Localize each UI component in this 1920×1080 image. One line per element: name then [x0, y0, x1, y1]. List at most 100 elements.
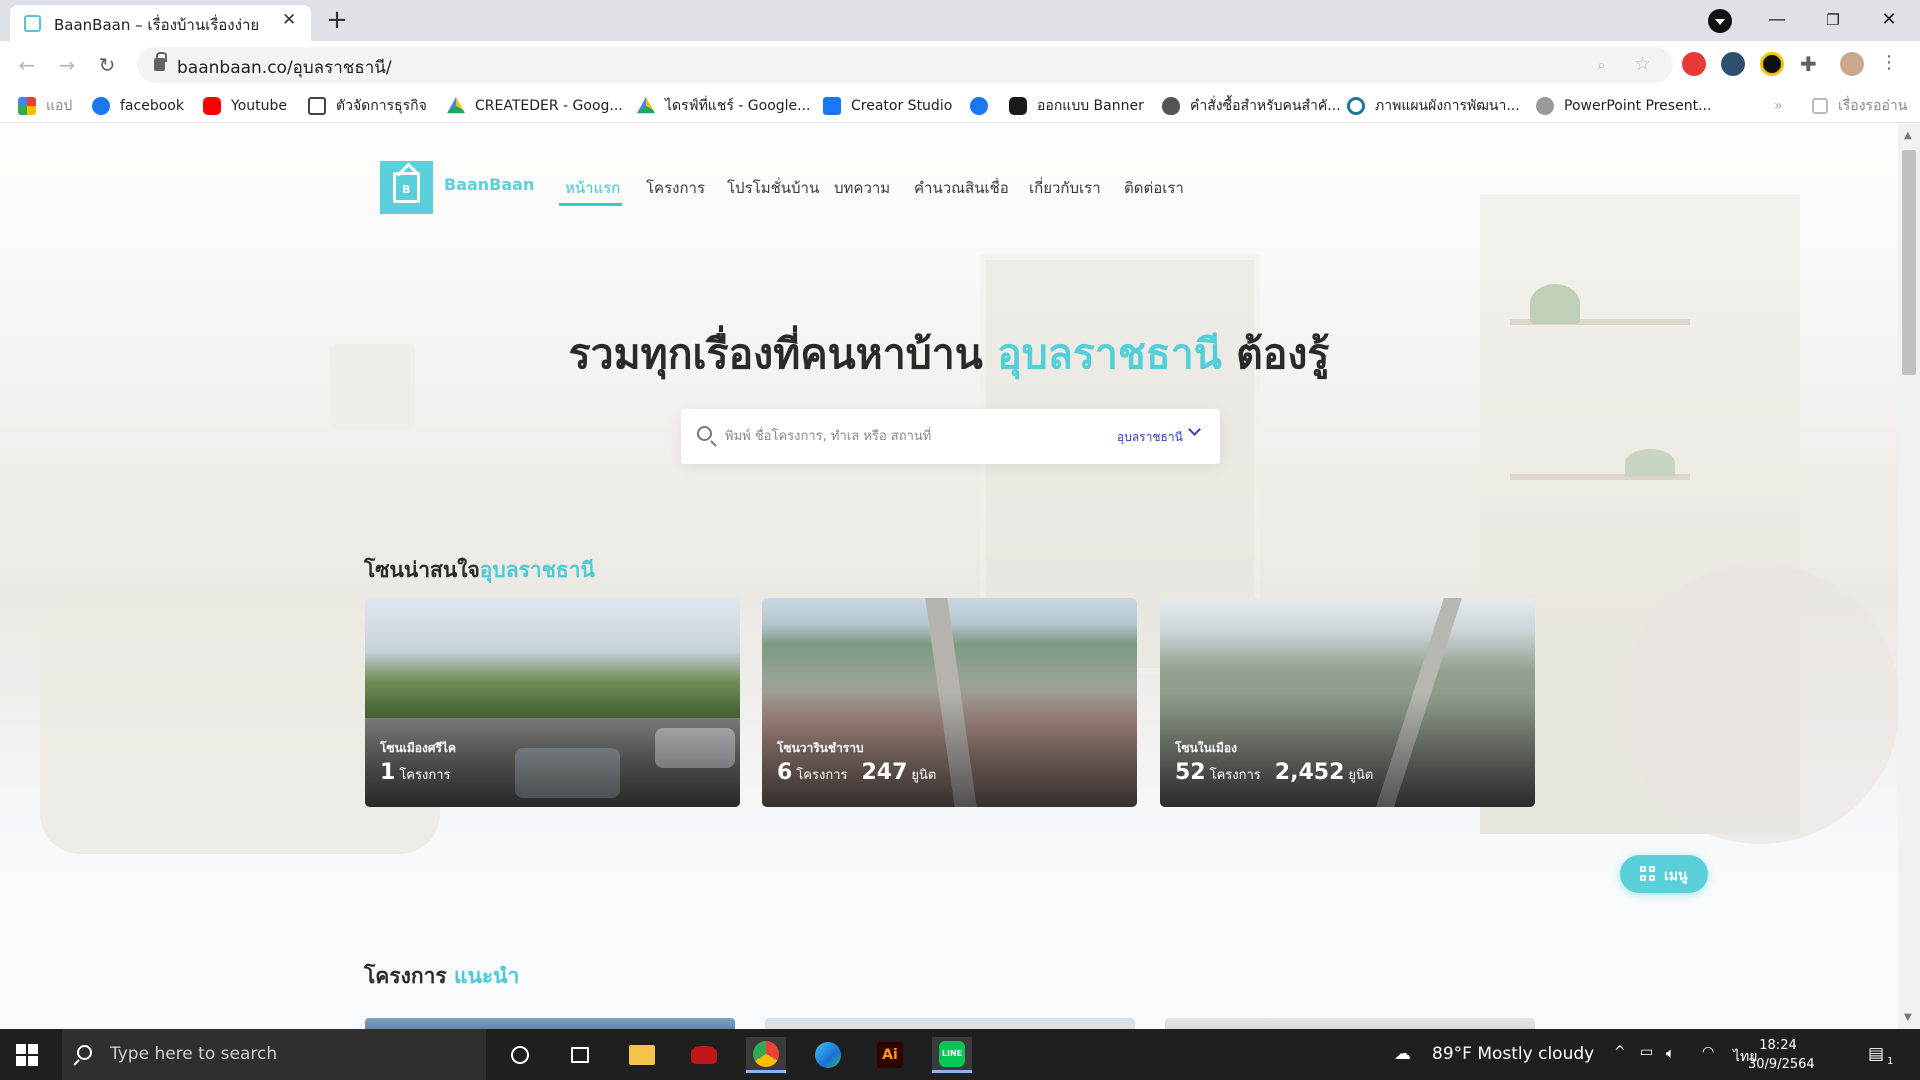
bookmark-label: ตัวจัดการธุรกิจ [336, 98, 427, 114]
bookmark-powerpoint[interactable]: PowerPoint Present... [1536, 95, 1711, 117]
facebook-icon [970, 97, 988, 115]
zone-project-count: 6 [777, 760, 793, 785]
nav-articles[interactable]: บทความ [834, 176, 890, 200]
bookmark-creator-studio[interactable]: Creator Studio [823, 95, 952, 117]
apps-grid-icon [18, 97, 36, 115]
bookmark-youtube[interactable]: Youtube [203, 95, 287, 117]
profile-avatar[interactable] [1840, 52, 1864, 76]
wifi-icon[interactable]: ◠ [1702, 1044, 1714, 1060]
zone-card-warin-chamrap[interactable]: โซนวารินชำราบ 6 โครงการ 247 ยูนิต [762, 598, 1137, 807]
nav-contact[interactable]: ติดต่อเรา [1124, 176, 1184, 200]
line-icon[interactable]: LINE [932, 1037, 972, 1073]
browser-tab[interactable]: BaanBaan – เรื่องบ้านเรื่องง่าย ✕ [10, 5, 311, 41]
scrollbar-thumb[interactable] [1902, 150, 1916, 375]
zoom-icon[interactable]: ⌕ [1597, 55, 1606, 75]
bookmark-wordpress[interactable]: ภาพแผนผังการพัฒนา... [1347, 95, 1520, 117]
extensions-puzzle-icon[interactable]: ✚ [1800, 52, 1824, 76]
restore-window-icon[interactable]: ❐ [1810, 6, 1856, 34]
zone-unit-count: 247 [861, 760, 908, 785]
search-icon [697, 426, 712, 441]
chevron-down-icon[interactable] [1188, 423, 1201, 436]
extension-adblock-icon[interactable] [1682, 52, 1706, 76]
bookmark-label: Creator Studio [851, 98, 953, 114]
zone-name: โซนในเมือง [1175, 741, 1237, 755]
extension-hexagon-icon[interactable] [1760, 52, 1784, 76]
nav-projects[interactable]: โครงการ [646, 176, 705, 200]
projects-title-highlight: แนะนำ [453, 964, 520, 988]
project-card-thumbnail[interactable] [765, 1018, 1135, 1029]
zone-project-count: 52 [1175, 760, 1206, 785]
page-scrollbar[interactable]: ▲ ▼ [1898, 124, 1920, 1029]
close-window-icon[interactable]: ✕ [1866, 6, 1912, 34]
site-header: B BaanBaan หน้าแรก โครงการ โปรโมชั่นบ้าน… [0, 124, 1898, 244]
notifications-icon[interactable]: ▤ [1868, 1044, 1884, 1064]
nav-about[interactable]: เกี่ยวกับเรา [1029, 176, 1101, 200]
brand-name[interactable]: BaanBaan [444, 175, 534, 194]
headline-province: อุบลราชธานี [997, 330, 1222, 378]
volume-icon[interactable]: 🔈︎ [1666, 1044, 1675, 1062]
google-drive-icon [637, 97, 655, 114]
headline-text: รวมทุกเรื่องที่คนหาบ้าน [568, 330, 983, 378]
scroll-up-icon[interactable]: ▲ [1904, 130, 1912, 141]
back-button[interactable]: ← [12, 50, 42, 80]
weather-text[interactable]: 89°F Mostly cloudy [1432, 1044, 1594, 1064]
nav-home[interactable]: หน้าแรก [565, 176, 620, 200]
bookmark-shared-drive[interactable]: ไดรฟ์ที่แชร์ - Google... [637, 95, 811, 117]
minimize-window-icon[interactable]: — [1754, 6, 1800, 34]
nav-loan-calculator[interactable]: คำนวณสินเชื่อ [914, 176, 1009, 200]
forward-button[interactable]: → [52, 50, 82, 80]
notification-count-badge: 1 [1887, 1056, 1894, 1067]
zone-project-label: โครงการ [1209, 768, 1261, 783]
bookmark-label: Youtube [231, 98, 287, 114]
bookmarks-overflow-icon[interactable]: » [1774, 95, 1783, 117]
address-url[interactable]: baanbaan.co/อุบลราชธานี/ [177, 54, 392, 81]
zone-unit-label: ยูนิต [1348, 768, 1374, 783]
chrome-icon[interactable] [746, 1037, 786, 1073]
search-input[interactable] [725, 423, 1075, 449]
scroll-down-icon[interactable]: ▼ [1904, 1012, 1912, 1023]
tab-search-button[interactable] [1708, 9, 1732, 33]
bookmark-apps[interactable]: แอป [18, 95, 72, 117]
nav-promotions[interactable]: โปรโมชั่นบ้าน [727, 176, 819, 200]
bookmark-facebook[interactable]: facebook [92, 95, 184, 117]
file-explorer-icon[interactable] [622, 1037, 662, 1073]
edge-icon[interactable] [808, 1037, 848, 1073]
bookmark-facebook-2[interactable] [970, 95, 998, 117]
project-card-thumbnail[interactable] [1165, 1018, 1535, 1029]
weather-cloudy-icon[interactable]: ☁ [1394, 1044, 1411, 1064]
zone-unit-label: ยูนิต [911, 768, 937, 783]
task-view-icon[interactable] [560, 1037, 600, 1073]
reload-button[interactable]: ↻ [92, 50, 122, 80]
new-tab-button[interactable]: + [320, 5, 354, 39]
floating-menu-button[interactable]: เมนู [1620, 855, 1708, 893]
bookmark-banner-design[interactable]: ออกแบบ Banner [1009, 95, 1144, 117]
menu-button-label: เมนู [1664, 868, 1688, 884]
windows-start-icon[interactable] [16, 1044, 38, 1066]
battery-icon[interactable]: ▭ [1640, 1044, 1653, 1060]
bookmark-label: ไดรฟ์ที่แชร์ - Google... [665, 98, 811, 114]
zone-card-srikhai[interactable]: โซนเมืองศรีไค 1 โครงการ [365, 598, 740, 807]
taskbar-clock[interactable]: 18:24 30/9/2564 [1748, 1036, 1815, 1074]
bookmark-star-icon[interactable]: ☆ [1634, 53, 1651, 75]
extension-grammar-icon[interactable] [1721, 52, 1745, 76]
bookmark-orders[interactable]: คำสั่งซื้อสำหรับคนสำคั... [1162, 95, 1341, 117]
reading-list-button[interactable]: เรื่องรออ่าน [1812, 95, 1907, 117]
bookmark-createder-drive[interactable]: CREATEDER - Goog... [447, 95, 623, 117]
address-bar[interactable]: baanbaan.co/อุบลราชธานี/ ⌕ ☆ [137, 47, 1673, 83]
show-hidden-icons-icon[interactable]: ^ [1614, 1044, 1626, 1060]
taskbar-search-box[interactable]: Type here to search [62, 1029, 486, 1080]
bookmark-business-manager[interactable]: ตัวจัดการธุรกิจ [308, 95, 427, 117]
zone-stats: 52 โครงการ 2,452 ยูนิต [1175, 760, 1373, 785]
province-select[interactable]: อุบลราชธานี [1117, 428, 1183, 447]
cortana-icon[interactable] [500, 1037, 540, 1073]
clock-time: 18:24 [1759, 1038, 1797, 1053]
game-app-icon[interactable] [684, 1037, 724, 1073]
baanbaan-logo[interactable]: B [380, 161, 433, 214]
chrome-menu-icon[interactable]: ⋮ [1880, 52, 1904, 76]
zone-unit-count: 2,452 [1274, 760, 1345, 785]
zone-card-city-center[interactable]: โซนในเมือง 52 โครงการ 2,452 ยูนิต [1160, 598, 1535, 807]
active-nav-indicator [559, 203, 622, 206]
project-card-thumbnail[interactable] [365, 1018, 735, 1029]
illustrator-icon[interactable]: Ai [870, 1037, 910, 1073]
close-tab-icon[interactable]: ✕ [282, 10, 296, 30]
